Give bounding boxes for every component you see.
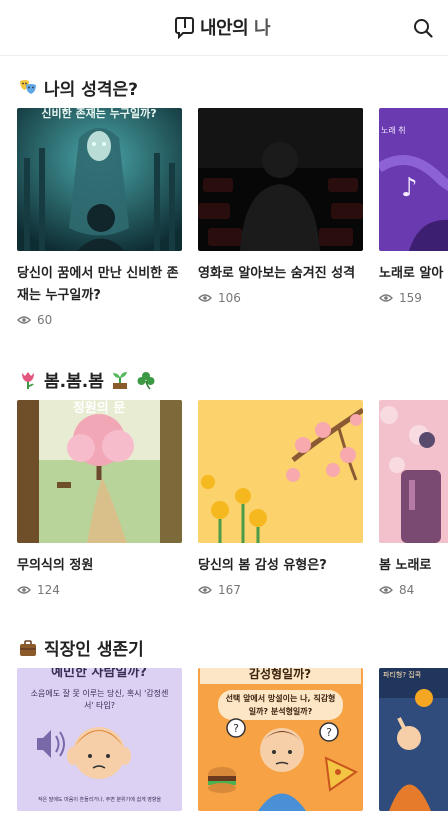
clover-icon bbox=[136, 370, 156, 390]
app-header: 내안의 나 bbox=[0, 0, 448, 56]
tulip-icon bbox=[18, 370, 38, 390]
thumb-footer-text: 작은 말에도 마음이 흔들리거나, 주변 분위기에 쉽게 영향을 bbox=[37, 797, 162, 803]
quiz-card[interactable]: 감성형일까? 선택 앞에서 망설이는 나, 직감형일까? 분석형일까? ? ? bbox=[198, 668, 363, 811]
thumbnail: ♪ 노래 취 bbox=[379, 108, 448, 251]
thumbnail bbox=[198, 400, 363, 543]
search-icon[interactable] bbox=[412, 17, 434, 39]
thumb-subtext: 선택 앞에서 망설이는 나, 직감형일까? 분석형일까? bbox=[225, 694, 336, 716]
quiz-card[interactable]: 신비한 존재는 누구일까? 당신이 꿈에서 만난 신비한 존재는 누구일까? 6… bbox=[17, 108, 182, 327]
thumbnail: 정원의 문 bbox=[17, 400, 182, 543]
view-count: 167 bbox=[198, 583, 363, 597]
view-count: 84 bbox=[379, 583, 448, 597]
svg-text:?: ? bbox=[326, 726, 332, 739]
view-count: 106 bbox=[198, 291, 363, 305]
theater-masks-icon bbox=[18, 78, 38, 98]
svg-text:?: ? bbox=[233, 722, 239, 735]
card-title: 봄 노래로 bbox=[379, 558, 432, 573]
eye-icon bbox=[379, 586, 393, 594]
view-count: 159 bbox=[379, 291, 448, 305]
svg-text:♪: ♪ bbox=[401, 173, 418, 203]
thumbnail: 감성형일까? 선택 앞에서 망설이는 나, 직감형일까? 분석형일까? ? ? bbox=[198, 668, 363, 811]
card-title: 당신의 봄 감성 유형은? bbox=[198, 558, 327, 573]
section-title: 나의 성격은? bbox=[18, 75, 138, 100]
thumb-text: 신비한 존재는 누구일까? bbox=[41, 108, 156, 120]
thumbnail: 신비한 존재는 누구일까? bbox=[17, 108, 182, 251]
view-count-text: 106 bbox=[218, 291, 241, 305]
card-title: 노래로 알아 bbox=[379, 266, 444, 281]
view-count-text: 159 bbox=[399, 291, 422, 305]
section-title-text: 나의 성격은? bbox=[44, 80, 138, 100]
thumb-text: 정원의 문 bbox=[73, 400, 125, 416]
section-title-text: 봄.봄.봄 bbox=[44, 372, 104, 392]
thumbnail: 예민한 사람일까? 소음에도 잘 못 이루는 당신, 혹시 '감정센서' 타입?… bbox=[17, 668, 182, 811]
eye-icon bbox=[17, 586, 31, 594]
view-count-text: 60 bbox=[37, 313, 53, 327]
thumb-text: 예민한 사람일까? bbox=[51, 668, 147, 680]
seedling-icon bbox=[110, 370, 130, 390]
section-title: 직장인 생존기 bbox=[18, 635, 144, 660]
eye-icon bbox=[198, 586, 212, 594]
eye-icon bbox=[379, 294, 393, 302]
quiz-card[interactable]: 봄 노래로 84 bbox=[379, 400, 448, 597]
app-logo[interactable]: 내안의 나 bbox=[174, 14, 271, 40]
card-row: 정원의 문 무의식의 정원 124 당신의 봄 감성 유형은? 167 봄 노래… bbox=[0, 400, 448, 640]
thumb-text: 감성형일까? bbox=[249, 668, 311, 681]
thumbnail bbox=[198, 108, 363, 251]
quiz-card[interactable]: 영화로 알아보는 숨겨진 성격 106 bbox=[198, 108, 363, 305]
view-count-text: 167 bbox=[218, 583, 241, 597]
quiz-card[interactable]: 당신의 봄 감성 유형은? 167 bbox=[198, 400, 363, 597]
thumbnail bbox=[379, 400, 448, 543]
section-title: 봄.봄.봄 bbox=[18, 367, 156, 392]
quiz-card[interactable]: ♪ 노래 취 노래로 알아 159 bbox=[379, 108, 448, 305]
eye-icon bbox=[17, 316, 31, 324]
quiz-card[interactable]: 예민한 사람일까? 소음에도 잘 못 이루는 당신, 혹시 '감정센서' 타입?… bbox=[17, 668, 182, 811]
eye-icon bbox=[198, 294, 212, 302]
view-count-text: 124 bbox=[37, 583, 60, 597]
briefcase-icon bbox=[18, 638, 38, 658]
logo-icon bbox=[175, 17, 194, 39]
card-title: 당신이 꿈에서 만난 신비한 존재는 누구일까? bbox=[17, 266, 179, 303]
section-title-text: 직장인 생존기 bbox=[44, 640, 144, 660]
logo-sub: 나 bbox=[253, 18, 271, 39]
thumb-subtext: 소음에도 잘 못 이루는 당신, 혹시 '감정센서' 타입? bbox=[30, 689, 169, 710]
card-row: 신비한 존재는 누구일까? 당신이 꿈에서 만난 신비한 존재는 누구일까? 6… bbox=[0, 108, 448, 348]
thumb-text: 노래 취 bbox=[381, 126, 406, 135]
quiz-card[interactable]: 정원의 문 무의식의 정원 124 bbox=[17, 400, 182, 597]
view-count-text: 84 bbox=[399, 583, 415, 597]
logo-text: 내안의 나 bbox=[200, 18, 271, 39]
card-title: 영화로 알아보는 숨겨진 성격 bbox=[198, 266, 356, 281]
view-count: 124 bbox=[17, 583, 182, 597]
card-title: 무의식의 정원 bbox=[17, 558, 94, 573]
card-row: 예민한 사람일까? 소음에도 잘 못 이루는 당신, 혹시 '감정센서' 타입?… bbox=[0, 668, 448, 823]
thumbnail: 파티형? 집콕 bbox=[379, 668, 448, 811]
quiz-card[interactable]: 파티형? 집콕 bbox=[379, 668, 448, 811]
thumb-text: 파티형? 집콕 bbox=[383, 670, 422, 679]
view-count: 60 bbox=[17, 313, 182, 327]
